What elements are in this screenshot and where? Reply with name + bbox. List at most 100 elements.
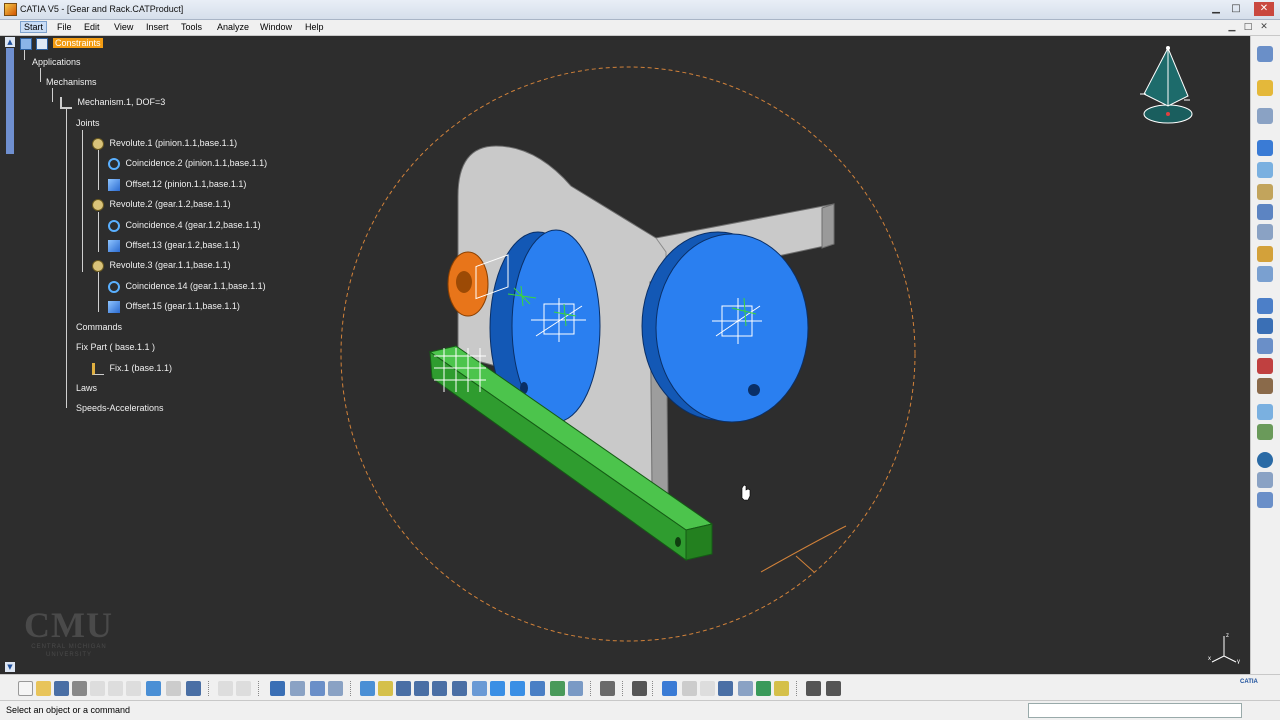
tree-node-fix-part[interactable]: Fix Part ( base.1.1 ) (76, 340, 155, 354)
fly-mode-icon[interactable] (360, 681, 375, 696)
tree-node-coincidence-2[interactable]: Coincidence.2 (pinion.1.1,base.1.1) (108, 156, 267, 170)
pan-icon[interactable] (396, 681, 411, 696)
prismatic-joint-tool-icon[interactable] (1257, 162, 1273, 178)
clash-tool-icon[interactable] (1257, 404, 1273, 420)
catalog-icon[interactable] (756, 681, 771, 696)
formula-icon[interactable] (218, 681, 233, 696)
menu-edit[interactable]: Edit (84, 22, 100, 32)
rotate-icon[interactable] (414, 681, 429, 696)
catia-app-icon[interactable] (4, 3, 17, 16)
tree-node-revolute-3[interactable]: Revolute.3 (gear.1.1,base.1.1) (92, 258, 231, 272)
new-file-icon[interactable] (18, 681, 33, 696)
tree-node-commands[interactable]: Commands (76, 320, 122, 334)
command-input[interactable] (1028, 703, 1242, 718)
gear-joint-tool-icon[interactable] (1257, 246, 1273, 262)
menu-start[interactable]: Start (20, 21, 48, 33)
kinematics-icon[interactable] (1257, 46, 1273, 62)
tree-node-offset-13[interactable]: Offset.13 (gear.1.2,base.1.1) (108, 238, 240, 252)
manipulate-icon[interactable] (290, 681, 305, 696)
explode-icon[interactable] (328, 681, 343, 696)
menu-file[interactable]: File (57, 22, 72, 32)
tree-node-constraints[interactable]: Constraints (20, 36, 103, 50)
doc-restore-button[interactable]: □ (1242, 21, 1254, 33)
swept-volume-tool-icon[interactable] (1257, 452, 1273, 468)
simulation-icon[interactable] (1257, 80, 1273, 96)
menu-window[interactable]: Window (260, 22, 292, 32)
swap-space-icon[interactable] (568, 681, 583, 696)
tree-node-revolute-2[interactable]: Revolute.2 (gear.1.2,base.1.1) (92, 197, 231, 211)
multi-view-icon[interactable] (490, 681, 505, 696)
menu-view[interactable]: View (114, 22, 133, 32)
fixed-part-tool-icon[interactable] (1257, 298, 1273, 314)
trace-tool-icon[interactable] (1257, 472, 1273, 488)
screw-joint-tool-icon[interactable] (1257, 204, 1273, 220)
copy-icon[interactable] (108, 681, 123, 696)
cut-icon[interactable] (90, 681, 105, 696)
cylindrical-joint-tool-icon[interactable] (1257, 184, 1273, 200)
measure-icon[interactable] (600, 681, 615, 696)
doc-minimize-button[interactable]: ▁ (1226, 21, 1238, 33)
orange-pinion[interactable] (447, 251, 489, 317)
menu-tools[interactable]: Tools (181, 22, 202, 32)
assembly-scene[interactable] (16, 36, 1250, 674)
scroll-down-arrow-icon[interactable]: ▼ (5, 662, 15, 672)
undo-icon[interactable] (146, 681, 161, 696)
tree-node-revolute-1[interactable]: Revolute.1 (pinion.1.1,base.1.1) (92, 136, 237, 150)
hide-show-icon[interactable] (550, 681, 565, 696)
workbench-icon[interactable] (826, 681, 841, 696)
tree-node-offset-12[interactable]: Offset.12 (pinion.1.1,base.1.1) (108, 177, 246, 191)
maximize-button[interactable]: □ (1229, 2, 1243, 16)
tree-node-coincidence-14[interactable]: Coincidence.14 (gear.1.1,base.1.1) (108, 279, 266, 293)
tree-node-mechanism-1[interactable]: Mechanism.1, DOF=3 (60, 95, 165, 109)
print-icon[interactable] (72, 681, 87, 696)
shading-icon[interactable] (530, 681, 545, 696)
redo-icon[interactable] (166, 681, 181, 696)
normal-view-icon[interactable] (472, 681, 487, 696)
tree-node-applications[interactable]: Applications (32, 55, 81, 69)
tree-node-fix-1[interactable]: Fix.1 (base.1.1) (92, 361, 172, 375)
comment-icon[interactable] (236, 681, 251, 696)
tree-node-speeds-accelerations[interactable]: Speeds-Accelerations (76, 401, 164, 415)
tree-node-coincidence-4[interactable]: Coincidence.4 (gear.1.2,base.1.1) (108, 218, 261, 232)
distance-tool-icon[interactable] (1257, 424, 1273, 440)
3d-viewport[interactable]: Constraints Applications Mechanisms Mech… (16, 36, 1250, 674)
mechanism-dressup-icon[interactable] (1257, 108, 1273, 124)
menu-insert[interactable]: Insert (146, 22, 169, 32)
close-button[interactable]: ✕ (1254, 2, 1274, 16)
zoom-out-icon[interactable] (452, 681, 467, 696)
search-icon[interactable] (718, 681, 733, 696)
next-view-icon[interactable] (700, 681, 715, 696)
speed-acceleration-tool-icon[interactable] (1257, 378, 1273, 394)
law-tool-icon[interactable] (1257, 358, 1273, 374)
envelope-tool-icon[interactable] (1257, 492, 1273, 508)
menu-analyze[interactable]: Analyze (217, 22, 249, 32)
paste-icon[interactable] (126, 681, 141, 696)
revolute-joint-tool-icon[interactable] (1257, 140, 1273, 156)
assembly-constraint-tool-icon[interactable] (1257, 318, 1273, 334)
fit-all-icon[interactable] (378, 681, 393, 696)
snap-icon[interactable] (310, 681, 325, 696)
tree-node-laws[interactable]: Laws (76, 381, 97, 395)
zoom-in-icon[interactable] (432, 681, 447, 696)
grid-icon[interactable] (270, 681, 285, 696)
iso-view-icon[interactable] (510, 681, 525, 696)
capture-icon[interactable] (632, 681, 647, 696)
options-icon[interactable] (774, 681, 789, 696)
sensor-tool-icon[interactable] (1257, 338, 1273, 354)
dock-toolbar-icon[interactable] (806, 681, 821, 696)
minimize-button[interactable]: ▁ (1209, 2, 1223, 16)
tree-node-mechanisms[interactable]: Mechanisms (46, 75, 97, 89)
doc-close-button[interactable]: ✕ (1258, 21, 1270, 33)
scroll-thumb[interactable] (6, 48, 14, 154)
rigid-joint-tool-icon[interactable] (1257, 224, 1273, 240)
compass-tool-icon[interactable] (662, 681, 677, 696)
filter-icon[interactable] (738, 681, 753, 696)
menu-help[interactable]: Help (305, 22, 324, 32)
whats-this-icon[interactable] (186, 681, 201, 696)
tree-node-joints[interactable]: Joints (76, 116, 100, 130)
open-file-icon[interactable] (36, 681, 51, 696)
save-icon[interactable] (54, 681, 69, 696)
previous-view-icon[interactable] (682, 681, 697, 696)
right-blue-gear[interactable] (641, 231, 809, 423)
scroll-up-arrow-icon[interactable]: ▲ (5, 37, 15, 47)
